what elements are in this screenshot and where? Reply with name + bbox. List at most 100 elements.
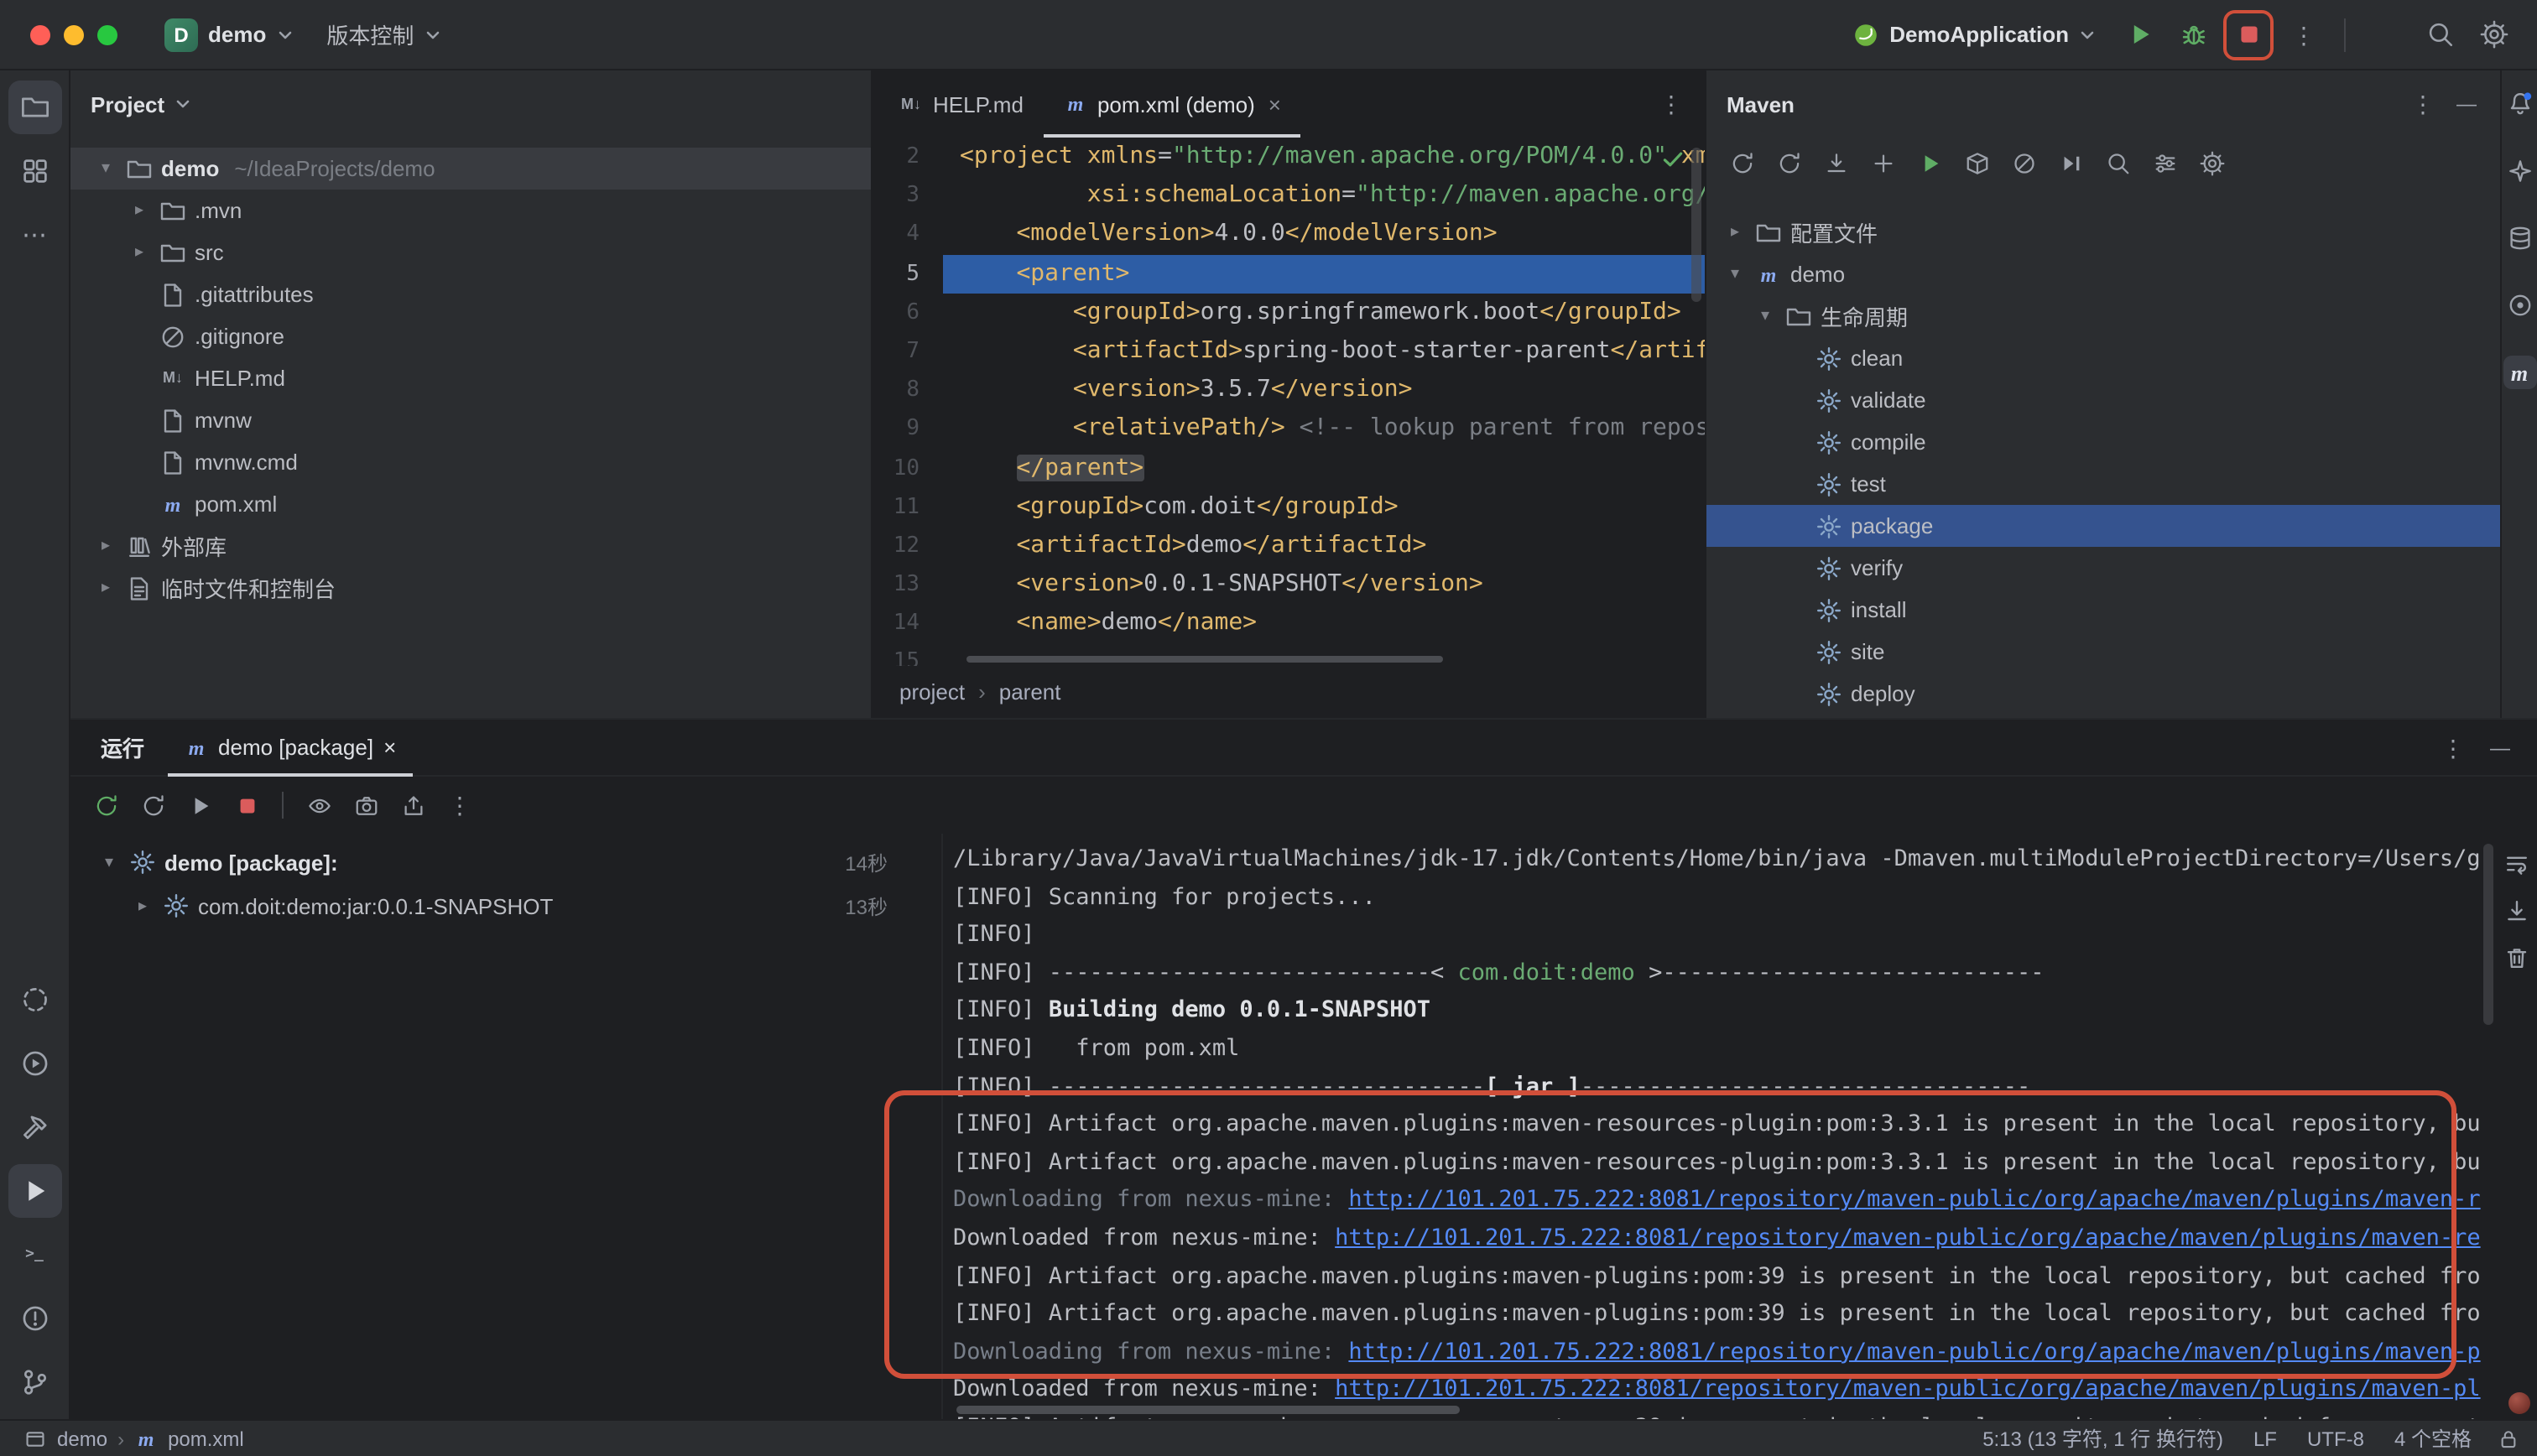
rerun-failed-button[interactable] (131, 785, 175, 825)
lock-icon[interactable] (2497, 1427, 2520, 1450)
search-everywhere-button[interactable] (2416, 11, 2463, 58)
run-configuration-selector[interactable]: DemoApplication (1839, 14, 2109, 55)
stripe-button-database[interactable] (2503, 221, 2536, 255)
statusbar-item-5-13-13-字符-1-行-换行符[interactable]: 5:13 (13 字符, 1 行 换行符) (1967, 1424, 2238, 1453)
maven-tree-item-配置文件[interactable]: ▸配置文件 (1706, 211, 2500, 253)
fullscreen-window-button[interactable] (97, 24, 117, 44)
breadcrumb-item-project[interactable]: project (899, 679, 965, 705)
export-button[interactable] (391, 785, 435, 825)
project-tree-item-mvn[interactable]: ▸.mvn (70, 190, 871, 231)
stripe-button-project[interactable] (8, 81, 61, 134)
run-tree-item-demo-package[interactable]: ▾demo [package]:14秒 (70, 840, 941, 884)
chevron-right-icon[interactable]: ▸ (94, 579, 117, 597)
stripe-button-notifications[interactable] (2503, 87, 2536, 121)
settings-button[interactable] (2470, 11, 2517, 58)
project-tree-item-gitattributes[interactable]: .gitattributes (70, 273, 871, 315)
project-tree-item-help-md[interactable]: M↓HELP.md (70, 357, 871, 399)
editor-tab-options-button[interactable]: ⋮ (1638, 70, 1705, 138)
maven-settings-button[interactable] (2190, 143, 2233, 183)
statusbar-item-utf-8[interactable]: UTF-8 (2292, 1427, 2379, 1450)
chevron-down-icon[interactable]: ▾ (1753, 307, 1777, 325)
maven-tree-item-deploy[interactable]: deploy (1706, 673, 2500, 715)
chevron-down-icon[interactable]: ▾ (97, 853, 121, 871)
run-tree-item-com-doit-demo-jar-0-0-1-snapshot[interactable]: ▸com.doit:demo:jar:0.0.1-SNAPSHOT13秒 (70, 884, 941, 928)
filter-button[interactable] (2143, 143, 2186, 183)
stripe-button-problems[interactable] (8, 1292, 61, 1345)
reload-projects-button[interactable] (1767, 143, 1810, 183)
close-icon[interactable]: × (383, 735, 396, 760)
code-with-me-button[interactable] (2362, 11, 2409, 58)
close-window-button[interactable] (30, 24, 50, 44)
stripe-button-terminal[interactable]: >_ (8, 1228, 61, 1282)
clear-button[interactable] (2503, 944, 2530, 976)
statusbar-item-lf[interactable]: LF (2238, 1427, 2292, 1450)
stripe-button-structure[interactable] (8, 144, 61, 198)
maven-tree-item-package[interactable]: package (1706, 505, 2500, 547)
chevron-down-icon[interactable]: ▾ (94, 159, 117, 178)
run-tab[interactable]: m demo [package] × (168, 719, 413, 776)
sync-button[interactable] (1720, 143, 1763, 183)
code-editor[interactable]: 2<project xmlns="http://maven.apache.org… (873, 138, 1705, 666)
statusbar-item-4-个空格[interactable]: 4 个空格 (2379, 1424, 2487, 1453)
console-link[interactable]: http://101.201.75.222:8081/repository/ma… (1335, 1376, 2480, 1403)
screenshot-button[interactable] (344, 785, 388, 825)
maven-tree-item-生命周期[interactable]: ▾生命周期 (1706, 295, 2500, 337)
chevron-down-icon[interactable]: ▾ (1723, 265, 1747, 283)
stripe-button-maven[interactable]: m (2503, 356, 2536, 389)
project-tree-item-外部库[interactable]: ▸外部库 (70, 525, 871, 567)
project-panel-header[interactable]: Project (70, 70, 871, 138)
tab-pom-xml-demo[interactable]: mpom.xml (demo)× (1044, 70, 1301, 138)
stop-button[interactable] (225, 785, 268, 825)
console-output[interactable]: /Library/Java/JavaVirtualMachines/jdk-17… (943, 834, 2537, 1419)
maven-tree-item-site[interactable]: site (1706, 631, 2500, 673)
stripe-button-todo[interactable] (8, 973, 61, 1027)
project-tree-item-pom-xml[interactable]: mpom.xml (70, 483, 871, 525)
kebab-icon[interactable]: ⋮ (2409, 91, 2436, 117)
stop-button[interactable] (2228, 14, 2269, 55)
console-link[interactable]: http://101.201.75.222:8081/repository/ma… (1348, 1187, 2480, 1214)
add-maven-project-button[interactable] (1861, 143, 1904, 183)
editor-vertical-scrollbar[interactable] (1691, 148, 1701, 302)
project-tree-item-src[interactable]: ▸src (70, 231, 871, 273)
project-tree-item-mvnw[interactable]: mvnw (70, 399, 871, 441)
chevron-right-icon[interactable]: ▸ (131, 897, 154, 915)
console-link[interactable]: http://101.201.75.222:8081/repository/ma… (1335, 1225, 2480, 1251)
stripe-button-version-control[interactable] (8, 1355, 61, 1409)
skip-tests-button[interactable] (2049, 143, 2092, 183)
maven-tree-item-demo[interactable]: ▾mdemo (1706, 253, 2500, 295)
maven-tree-item-install[interactable]: install (1706, 589, 2500, 631)
maven-tree-item-compile[interactable]: compile (1706, 421, 2500, 463)
rerun-button[interactable] (84, 785, 128, 825)
soft-wrap-button[interactable] (2503, 850, 2530, 882)
maven-tree-item-validate[interactable]: validate (1706, 379, 2500, 421)
more-button[interactable]: ⋮ (438, 785, 482, 825)
inspections-widget[interactable] (1659, 146, 1686, 173)
console-horizontal-scrollbar[interactable] (956, 1406, 1460, 1414)
vcs-widget[interactable]: 版本控制 (313, 12, 454, 57)
project-tree-item-gitignore[interactable]: .gitignore (70, 315, 871, 357)
stripe-button-ai-assistant[interactable] (2503, 154, 2536, 188)
stripe-button-services[interactable] (8, 1037, 61, 1090)
execute-goal-button[interactable] (1908, 143, 1951, 183)
maven-tree-item-verify[interactable]: verify (1706, 547, 2500, 589)
debug-button[interactable] (2170, 11, 2217, 58)
editor-horizontal-scrollbar[interactable] (966, 656, 1443, 663)
chevron-right-icon[interactable]: ▸ (128, 201, 151, 220)
minimize-window-button[interactable] (64, 24, 84, 44)
resume-button[interactable] (178, 785, 221, 825)
more-actions-button[interactable]: ⋮ (2280, 11, 2327, 58)
chevron-right-icon[interactable]: ▸ (128, 243, 151, 262)
search-goal-button[interactable] (2096, 143, 2139, 183)
kebab-icon[interactable]: ⋮ (2440, 734, 2467, 761)
maven-tree-item-clean[interactable]: clean (1706, 337, 2500, 379)
toggle-offline-button[interactable] (2002, 143, 2045, 183)
minimize-icon[interactable]: — (2453, 91, 2480, 117)
build-all-button[interactable] (1955, 143, 1998, 183)
breadcrumb-item-parent[interactable]: parent (999, 679, 1061, 705)
stripe-button-more[interactable]: ⋯ (8, 208, 61, 262)
project-tree-item-mvnw-cmd[interactable]: mvnw.cmd (70, 441, 871, 483)
maven-tree-item-test[interactable]: test (1706, 463, 2500, 505)
minimize-icon[interactable]: — (2487, 734, 2514, 761)
scroll-to-end-button[interactable] (2503, 897, 2530, 929)
monitor-button[interactable] (297, 785, 341, 825)
